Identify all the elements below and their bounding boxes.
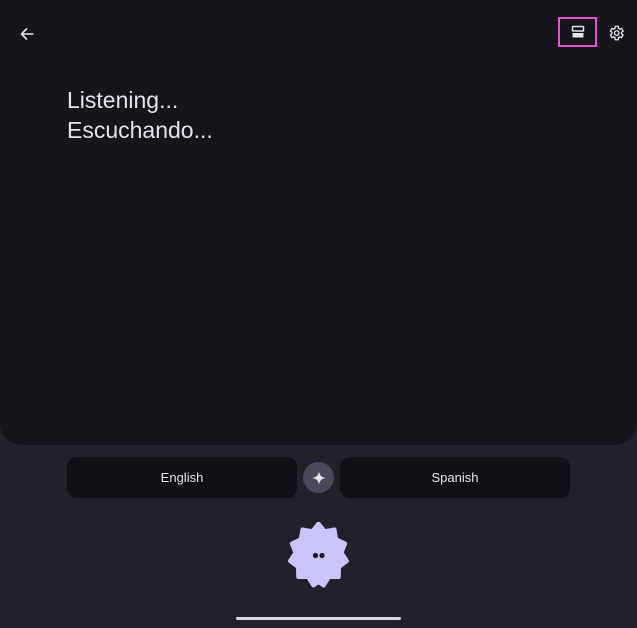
swap-languages-button[interactable] xyxy=(303,462,334,493)
source-transcript: Listening... xyxy=(67,87,179,113)
layout-toggle-button[interactable] xyxy=(558,17,597,47)
target-transcript: Escuchando... xyxy=(67,117,213,143)
transcript-text: Listening... Escuchando... xyxy=(67,85,213,145)
screen: Listening... Escuchando... English Spani… xyxy=(0,0,637,628)
back-button[interactable] xyxy=(14,21,40,47)
sparkle-icon xyxy=(311,470,326,485)
target-language-button[interactable]: Spanish xyxy=(340,457,570,498)
source-language-button[interactable]: English xyxy=(67,457,297,498)
home-indicator[interactable] xyxy=(236,617,401,620)
mic-button[interactable] xyxy=(285,521,352,589)
split-view-icon xyxy=(571,25,584,38)
arrow-left-icon xyxy=(20,28,34,40)
gear-icon xyxy=(609,25,624,41)
source-language-label: English xyxy=(160,470,204,485)
target-language-label: Spanish xyxy=(431,470,479,485)
transcript-panel: Listening... Escuchando... xyxy=(0,0,637,445)
listening-dots-icon xyxy=(288,521,349,588)
settings-button[interactable] xyxy=(603,20,629,46)
